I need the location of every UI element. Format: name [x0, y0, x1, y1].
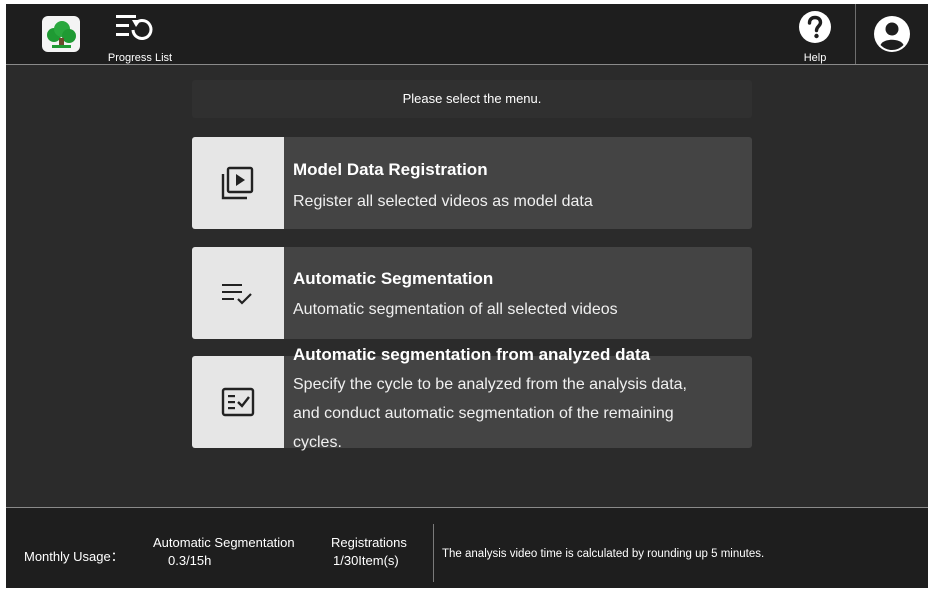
registrations-value: 1/30Item(s) [333, 553, 399, 568]
usage-footer: Monthly Usage： Automatic Segmentation 0.… [6, 507, 928, 588]
list-history-icon [116, 15, 153, 40]
segmentation-usage-value: 0.3/15h [168, 553, 212, 568]
app-window: Progress List Help Please select the men… [6, 4, 928, 588]
progress-list-button[interactable]: Progress List [104, 6, 176, 64]
video-library-icon [221, 166, 254, 200]
help-label: Help [803, 52, 827, 64]
card-icon-tile [192, 247, 284, 339]
fact-check-icon [221, 387, 255, 417]
segmentation-from-analyzed-data-card[interactable]: Automatic segmentation from analyzed dat… [192, 345, 752, 451]
model-data-registration-card[interactable]: Model Data Registration Register all sel… [192, 137, 752, 229]
top-bar: Progress List Help [6, 4, 928, 65]
footer-divider [433, 524, 434, 582]
card-icon-tile [192, 137, 284, 229]
card-description-line: cycles. [293, 434, 342, 451]
header-divider [855, 4, 856, 64]
automatic-segmentation-card[interactable]: Automatic Segmentation Automatic segment… [192, 247, 752, 339]
card-description: Register all selected videos as model da… [293, 193, 593, 210]
registrations-title: Registrations [331, 535, 407, 550]
card-description: Specify the cycle to be analyzed from th… [293, 370, 753, 457]
menu-prompt: Please select the menu. [192, 80, 752, 118]
rounding-note: The analysis video time is calculated by… [442, 548, 765, 560]
card-icon-tile [192, 356, 284, 448]
card-title: Automatic segmentation from analyzed dat… [293, 345, 651, 364]
progress-list-label: Progress List [107, 52, 173, 64]
user-account-icon [874, 16, 910, 52]
card-title: Automatic Segmentation [293, 269, 494, 288]
segmentation-usage-title: Automatic Segmentation [153, 535, 295, 550]
monthly-usage-label: Monthly Usage： [24, 549, 124, 564]
tree-logo-icon[interactable] [42, 16, 80, 52]
help-button[interactable]: Help [790, 6, 840, 64]
card-description-line: and conduct automatic segmentation of th… [293, 405, 674, 422]
card-description-line: Specify the cycle to be analyzed from th… [293, 376, 687, 393]
card-title: Model Data Registration [293, 160, 488, 179]
card-description: Automatic segmentation of all selected v… [293, 301, 618, 318]
user-account-button[interactable] [872, 14, 912, 54]
question-circle-icon [799, 11, 831, 43]
checklist-icon [222, 284, 252, 305]
